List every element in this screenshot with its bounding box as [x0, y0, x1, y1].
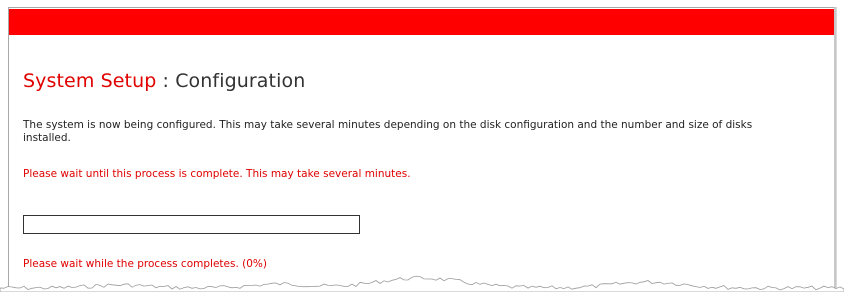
- configuration-description: The system is now being configured. This…: [23, 119, 753, 144]
- page-title-section: System Setup: [23, 70, 157, 92]
- setup-page: System Setup : Configuration The system …: [8, 7, 835, 292]
- screenshot-frame: System Setup : Configuration The system …: [0, 0, 844, 292]
- page-edge: [834, 7, 836, 292]
- header-band: [9, 9, 835, 35]
- page-title-subsection: Configuration: [175, 70, 306, 92]
- page-title: System Setup : Configuration: [23, 70, 305, 92]
- page-title-separator: :: [156, 70, 176, 92]
- torn-edge-effect: [0, 275, 844, 292]
- wait-notice: Please wait until this process is comple…: [23, 168, 411, 180]
- progress-bar: [23, 215, 360, 234]
